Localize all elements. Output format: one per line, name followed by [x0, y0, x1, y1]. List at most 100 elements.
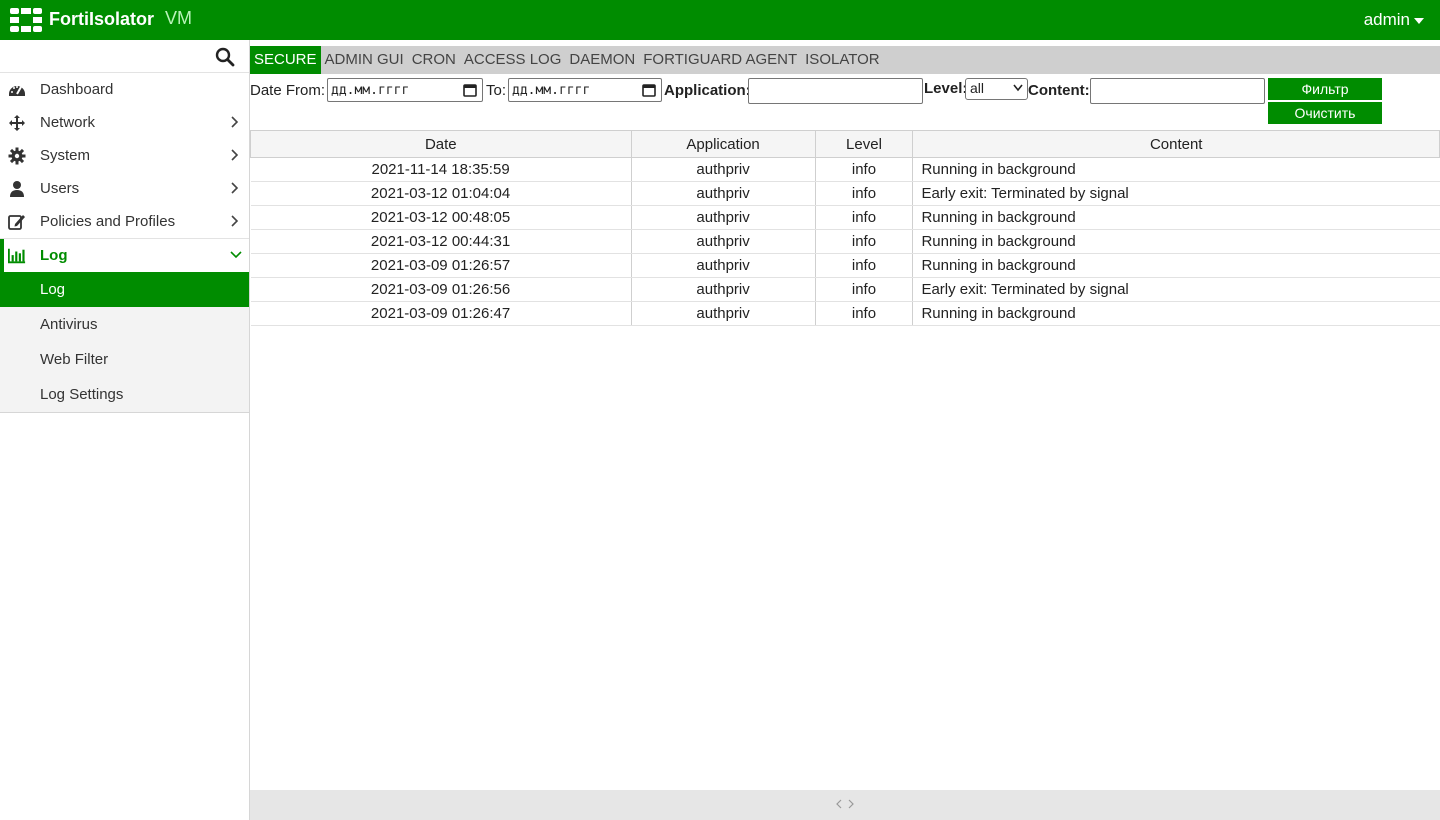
cell-date: 2021-11-14 18:35:59: [250, 157, 632, 182]
column-header-content[interactable]: Content: [912, 130, 1440, 158]
cell-date: 2021-03-09 01:26:56: [250, 277, 632, 302]
application-input[interactable]: [748, 78, 923, 104]
dashboard-icon: [9, 86, 25, 96]
cell-content: Running in background: [912, 205, 1440, 230]
column-header-date[interactable]: Date: [250, 130, 632, 158]
pagination-arrows-icon[interactable]: [835, 797, 855, 811]
cell-level: info: [815, 181, 914, 206]
cell-application: authpriv: [631, 253, 816, 278]
date-to-value: дд.мм.гггг: [512, 83, 591, 98]
cell-content: Running in background: [912, 157, 1440, 182]
tab-fortiguard-agent[interactable]: FORTIGUARD AGENT: [639, 46, 801, 74]
cell-date: 2021-03-09 01:26:57: [250, 253, 632, 278]
sidebar-item-label: Dashboard: [40, 81, 114, 98]
gear-icon: [8, 147, 26, 165]
cell-application: authpriv: [631, 205, 816, 230]
date-from-label: Date From:: [250, 82, 326, 99]
chevron-down-icon: [1013, 84, 1023, 92]
tab-isolator[interactable]: ISOLATOR: [801, 46, 883, 74]
product-edition: VM: [165, 8, 192, 28]
sidebar-subitem-log[interactable]: Log: [0, 272, 249, 307]
sidebar-item-log[interactable]: Log: [0, 239, 249, 272]
sidebar-subitem-web-filter[interactable]: Web Filter: [0, 342, 249, 377]
edit-icon: [8, 215, 25, 230]
sidebar-item-label: Users: [40, 180, 80, 197]
application-label: Application:: [664, 82, 751, 99]
sidebar-item-label: System: [40, 147, 91, 164]
date-to-input[interactable]: дд.мм.гггг: [508, 78, 662, 102]
network-icon: [9, 115, 25, 131]
user-name: admin: [1363, 10, 1410, 29]
sidebar-item-users[interactable]: Users: [0, 172, 249, 205]
sidebar-subitem-antivirus[interactable]: Antivirus: [0, 307, 249, 342]
cell-application: authpriv: [631, 277, 816, 302]
bar-chart-icon: [8, 248, 26, 264]
sidebar-subitem-label: Web Filter: [40, 351, 109, 368]
calendar-icon[interactable]: [463, 83, 477, 97]
sidebar-item-label: Policies and Profiles: [40, 213, 176, 230]
cell-date: 2021-03-12 00:48:05: [250, 205, 632, 230]
tab-cron[interactable]: CRON: [408, 46, 460, 74]
tab-access-log[interactable]: ACCESS LOG: [460, 46, 566, 74]
table-row[interactable]: 2021-03-09 01:26:56 authpriv info Early …: [250, 277, 1440, 302]
cell-level: info: [815, 157, 914, 182]
cell-level: info: [815, 253, 914, 278]
date-from-input[interactable]: дд.мм.гггг: [327, 78, 483, 102]
column-header-level[interactable]: Level: [814, 130, 914, 158]
cell-level: info: [815, 301, 914, 326]
cell-content: Running in background: [912, 229, 1440, 254]
cell-content: Running in background: [912, 253, 1440, 278]
chevron-right-icon: [231, 215, 239, 227]
cell-date: 2021-03-12 01:04:04: [250, 181, 632, 206]
sidebar-subitem-log-settings[interactable]: Log Settings: [0, 377, 249, 412]
content-label: Content:: [1028, 82, 1090, 99]
cell-level: info: [815, 277, 914, 302]
tab-daemon[interactable]: DAEMON: [565, 46, 639, 74]
sidebar-subitem-label: Antivirus: [40, 316, 98, 333]
sidebar-item-policies-and-profiles[interactable]: Policies and Profiles: [0, 205, 249, 238]
calendar-icon[interactable]: [642, 83, 656, 97]
table-row[interactable]: 2021-03-12 00:44:31 authpriv info Runnin…: [250, 229, 1440, 254]
level-select[interactable]: all: [965, 78, 1028, 100]
content-input[interactable]: [1090, 78, 1265, 104]
sidebar-item-network[interactable]: Network: [0, 106, 249, 139]
log-table: Date Application Level Content 2021-11-1…: [250, 130, 1440, 326]
main-content: SECURE ADMIN GUI CRON ACCESS LOG DAEMON …: [250, 40, 1440, 820]
table-row[interactable]: 2021-03-12 00:48:05 authpriv info Runnin…: [250, 205, 1440, 230]
date-from-value: дд.мм.гггг: [331, 83, 410, 98]
user-menu[interactable]: admin: [1364, 10, 1424, 30]
clear-button[interactable]: Очистить: [1268, 102, 1382, 124]
table-row[interactable]: 2021-03-12 01:04:04 authpriv info Early …: [250, 181, 1440, 206]
sidebar-item-dashboard[interactable]: Dashboard: [0, 73, 249, 106]
cell-level: info: [815, 229, 914, 254]
sidebar-item-label: Network: [40, 114, 96, 131]
product-name: FortiIsolator: [49, 9, 155, 29]
chevron-right-icon: [231, 182, 239, 194]
cell-application: authpriv: [631, 301, 816, 326]
search-icon[interactable]: [215, 47, 235, 67]
chevron-down-icon: [230, 251, 242, 259]
tab-admin-gui[interactable]: ADMIN GUI: [321, 46, 408, 74]
filter-button[interactable]: Фильтр: [1268, 78, 1382, 100]
pagination-bar: [250, 790, 1440, 820]
cell-level: info: [815, 205, 914, 230]
chevron-right-icon: [231, 116, 239, 128]
fortinet-logo-icon: [10, 8, 42, 32]
column-header-application[interactable]: Application: [630, 130, 816, 158]
cell-content: Early exit: Terminated by signal: [912, 181, 1440, 206]
tab-secure[interactable]: SECURE: [250, 46, 321, 74]
level-selected-value: all: [970, 80, 985, 96]
cell-content: Early exit: Terminated by signal: [912, 277, 1440, 302]
table-row[interactable]: 2021-11-14 18:35:59 authpriv info Runnin…: [250, 157, 1440, 182]
table-row[interactable]: 2021-03-09 01:26:57 authpriv info Runnin…: [250, 253, 1440, 278]
sidebar-item-system[interactable]: System: [0, 139, 249, 172]
sidebar: Dashboard Network System Users Policies …: [0, 40, 250, 820]
date-to-label: To:: [486, 82, 507, 99]
table-row[interactable]: 2021-03-09 01:26:47 authpriv info Runnin…: [250, 301, 1440, 326]
user-icon: [10, 181, 24, 197]
cell-application: authpriv: [631, 181, 816, 206]
filter-bar: Date From: дд.мм.гггг To: дд.мм.гггг App…: [250, 78, 1440, 126]
top-bar: FortiIsolator VM admin: [0, 0, 1440, 40]
chevron-right-icon: [231, 149, 239, 161]
sidebar-search: [0, 40, 249, 73]
